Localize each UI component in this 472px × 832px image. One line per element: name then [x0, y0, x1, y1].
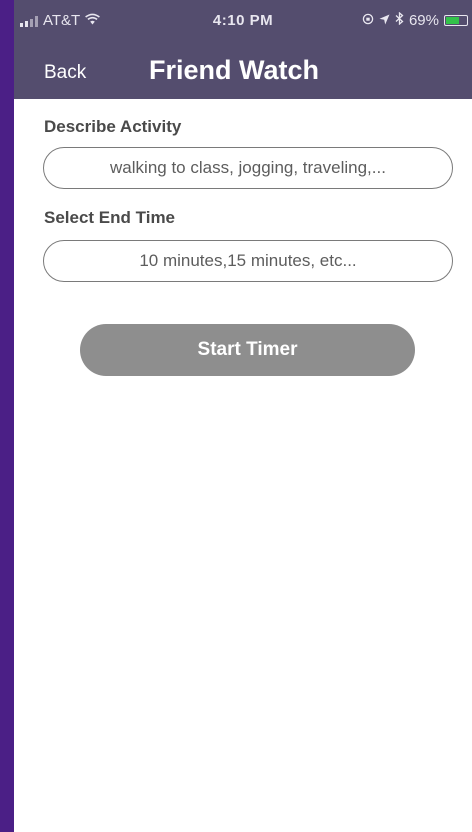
page-title: Friend Watch [149, 55, 320, 85]
end-time-label: Select End Time [44, 208, 176, 227]
end-time-placeholder: 10 minutes,15 minutes, etc... [139, 251, 357, 270]
activity-label: Describe Activity [44, 117, 182, 136]
status-right: 69% [362, 11, 468, 29]
app-screen: AT&T 4:10 PM 69% Back Friend Watch Descr… [14, 0, 472, 832]
activity-placeholder: walking to class, jogging, traveling,... [110, 158, 386, 177]
navigation-bar: Back Friend Watch [14, 42, 472, 99]
battery-percent: 69% [408, 12, 439, 29]
battery-icon [444, 15, 468, 26]
location-icon [379, 12, 390, 29]
start-timer-button[interactable]: Start Timer [80, 324, 415, 376]
end-time-input[interactable]: 10 minutes,15 minutes, etc... [43, 240, 453, 282]
bluetooth-icon [395, 11, 404, 29]
back-button[interactable]: Back [44, 62, 86, 84]
activity-input[interactable]: walking to class, jogging, traveling,... [43, 147, 453, 189]
battery-fill [446, 17, 459, 24]
orientation-lock-icon [362, 12, 374, 29]
status-bar: AT&T 4:10 PM 69% [14, 0, 472, 42]
